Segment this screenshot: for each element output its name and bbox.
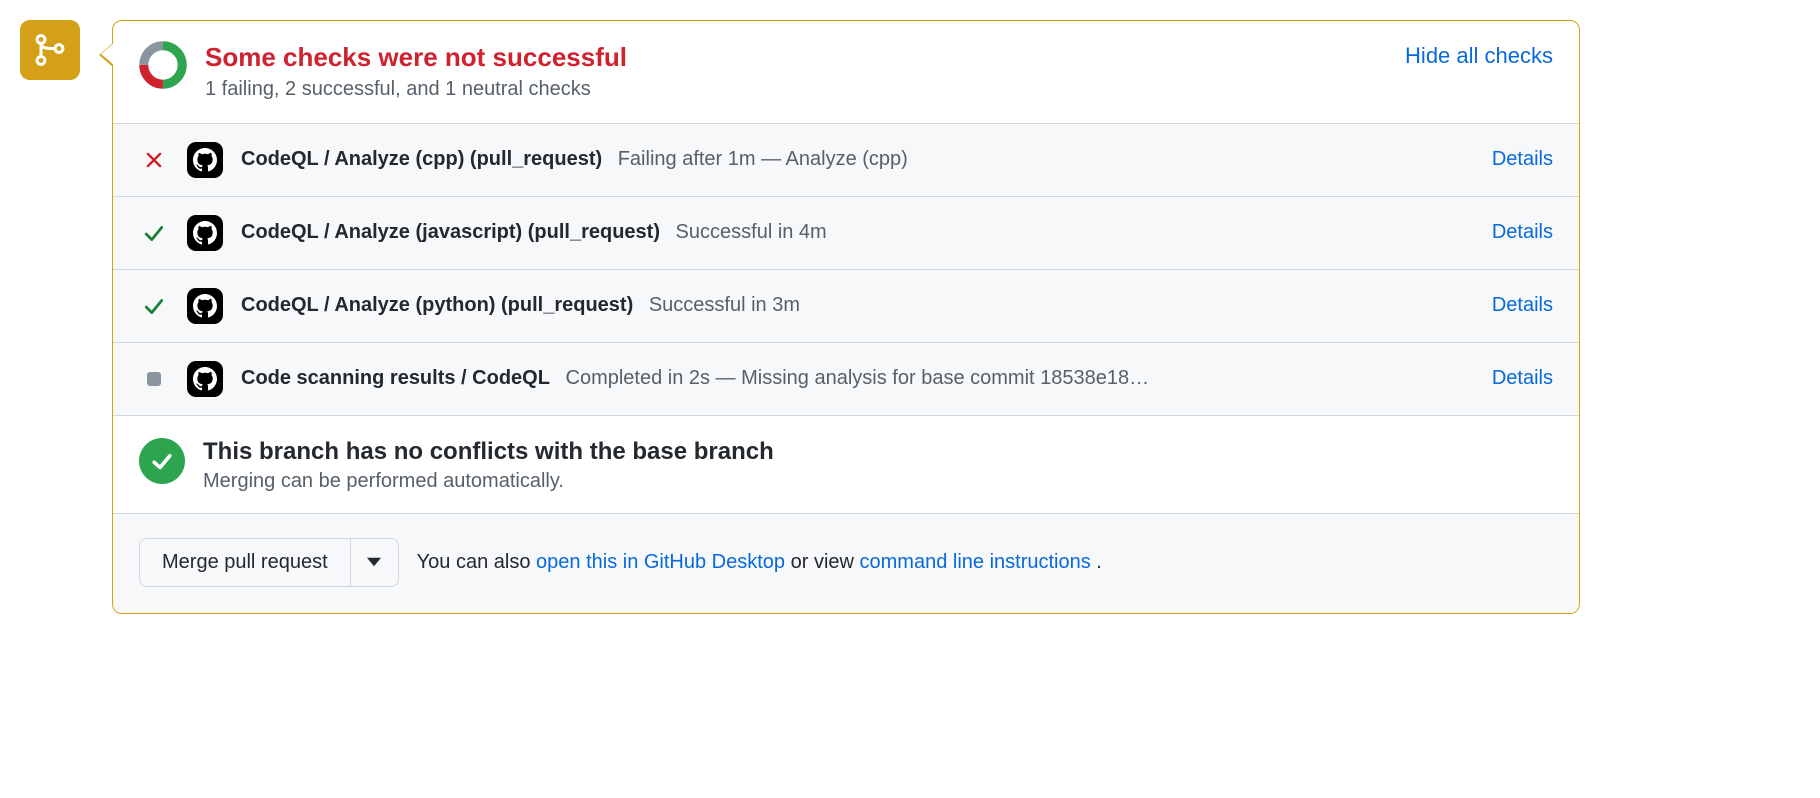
github-avatar-icon [187,361,223,397]
caret-down-icon [367,557,381,567]
status-donut-icon [139,41,187,89]
checks-list: CodeQL / Analyze (cpp) (pull_request) Fa… [113,123,1579,415]
merge-button[interactable]: Merge pull request [140,539,350,586]
check-meta: Completed in 2s — Missing analysis for b… [566,367,1150,389]
status-success-icon [139,295,169,317]
check-meta: Failing after 1m — Analyze (cpp) [618,148,908,170]
pr-checks-panel: Some checks were not successful 1 failin… [20,20,1580,614]
git-merge-icon [32,32,68,68]
checks-card: Some checks were not successful 1 failin… [112,20,1580,614]
check-meta: Successful in 3m [649,294,800,316]
timeline-badge-column [20,20,80,80]
check-details-link[interactable]: Details [1492,221,1553,244]
hint-suffix: . [1096,551,1102,573]
status-fail-icon [139,150,169,170]
check-row: Code scanning results / CodeQL Completed… [113,343,1579,415]
hint-middle: or view [791,551,860,573]
check-text: Code scanning results / CodeQL Completed… [241,367,1474,390]
check-details-link[interactable]: Details [1492,148,1553,171]
status-neutral-icon [139,372,169,386]
open-desktop-link[interactable]: open this in GitHub Desktop [536,551,785,573]
check-row: CodeQL / Analyze (javascript) (pull_requ… [113,197,1579,270]
merge-hint: You can also open this in GitHub Desktop… [417,551,1102,574]
check-details-link[interactable]: Details [1492,367,1553,390]
merge-status-subtitle: Merging can be performed automatically. [203,470,774,493]
github-avatar-icon [187,215,223,251]
check-row: CodeQL / Analyze (python) (pull_request)… [113,270,1579,343]
merge-actions: Merge pull request You can also open thi… [113,513,1579,613]
check-text: CodeQL / Analyze (python) (pull_request)… [241,294,1474,317]
merge-button-group: Merge pull request [139,538,399,587]
check-text: CodeQL / Analyze (javascript) (pull_requ… [241,221,1474,244]
check-text: CodeQL / Analyze (cpp) (pull_request) Fa… [241,148,1474,171]
check-meta: Successful in 4m [676,221,827,243]
check-name: Code scanning results / CodeQL [241,367,550,389]
checks-title: Some checks were not successful [205,41,1405,74]
merge-ok-icon [139,438,185,484]
check-details-link[interactable]: Details [1492,294,1553,317]
checks-header: Some checks were not successful 1 failin… [113,21,1579,123]
checks-header-text: Some checks were not successful 1 failin… [205,41,1405,101]
check-name: CodeQL / Analyze (python) (pull_request) [241,294,633,316]
github-avatar-icon [187,142,223,178]
github-avatar-icon [187,288,223,324]
hint-prefix: You can also [417,551,536,573]
checks-subtitle: 1 failing, 2 successful, and 1 neutral c… [205,78,1405,101]
merge-status: This branch has no conflicts with the ba… [113,415,1579,513]
cli-instructions-link[interactable]: command line instructions [860,551,1091,573]
hide-checks-link[interactable]: Hide all checks [1405,43,1553,69]
status-success-icon [139,222,169,244]
check-name: CodeQL / Analyze (cpp) (pull_request) [241,148,602,170]
merge-status-title: This branch has no conflicts with the ba… [203,438,774,466]
merge-status-text: This branch has no conflicts with the ba… [203,438,774,493]
check-row: CodeQL / Analyze (cpp) (pull_request) Fa… [113,124,1579,197]
check-name: CodeQL / Analyze (javascript) (pull_requ… [241,221,660,243]
merge-dropdown-button[interactable] [350,539,398,586]
git-merge-badge [20,20,80,80]
